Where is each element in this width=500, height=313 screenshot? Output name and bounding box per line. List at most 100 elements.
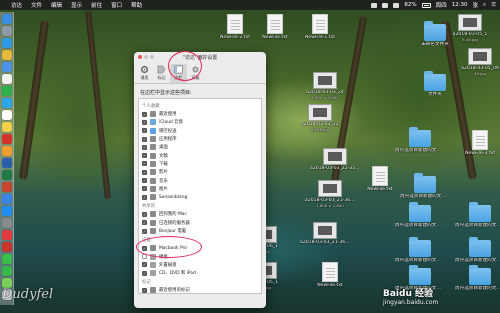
sidebar-option-row[interactable]: ✓ 音乐 [142, 176, 258, 184]
desktop-icon[interactable]: NewFile-3.txt [455, 130, 500, 156]
menu-day[interactable]: 周四 [436, 1, 447, 9]
checkbox[interactable]: ✓ [142, 194, 147, 200]
facetime-dock-icon[interactable] [1, 266, 12, 276]
sidebar-option-row[interactable]: ✓ 硬盘 [142, 252, 258, 260]
desktop-icon[interactable]: 未命名文件夹 [410, 21, 460, 47]
checkbox[interactable]: ✓ [142, 262, 147, 268]
finder-dock-icon[interactable] [1, 14, 12, 24]
sidebar-option-row[interactable]: ✓ 影片 [142, 168, 258, 176]
tab-advanced[interactable]: 高级 [187, 64, 204, 83]
chrome-dock-icon[interactable] [1, 50, 12, 60]
sidebar-option-row[interactable]: ✓ 回到我的 Mac [142, 210, 258, 218]
checkbox[interactable]: ✓ [142, 169, 147, 175]
baidu-netdisk-dock-icon[interactable] [1, 194, 12, 204]
desktop-icon[interactable]: 周兴选项目新建的文件夹 9 [455, 202, 500, 228]
desktop-icon[interactable]: 文件夹 [410, 71, 460, 97]
sidebar-option-row[interactable]: ✓ Sansenblang [142, 193, 258, 201]
checkbox[interactable]: ✓ [142, 228, 147, 234]
menu-file[interactable]: 文件 [31, 1, 42, 9]
sidebar-option-row[interactable]: ✓ 隔空投送 [142, 127, 258, 135]
sidebar-option-row[interactable]: ✓ 已连接的服务器 [142, 219, 258, 227]
desktop-icon[interactable]: 周兴选项目新建的文件夹 7 [455, 237, 500, 263]
menu-view[interactable]: 显示 [71, 1, 82, 9]
wifi-icon[interactable] [393, 2, 400, 8]
vivaldi-dock-icon[interactable] [1, 230, 12, 240]
sidebar-option-row[interactable]: ✓ 桌面 [142, 143, 258, 151]
menu-help[interactable]: 帮助 [131, 1, 142, 9]
desktop-icon[interactable]: 周兴选项目新建的文件夹 10 [395, 202, 445, 228]
desktop-icon[interactable]: s2018-03-03_22 29-58.jpg [295, 104, 345, 133]
menu-finder[interactable]: 访达 [11, 1, 22, 9]
netease-music-dock-icon[interactable] [1, 134, 12, 144]
search-icon[interactable]: ⌕ [483, 2, 486, 9]
desktop-icon[interactable]: 周兴选项目新建的文件夹 [455, 265, 500, 291]
mail-dock-icon[interactable] [1, 62, 12, 72]
sidebar-option-row[interactable]: ✓ Bonjour 电脑 [142, 227, 258, 235]
sidebar-option-row[interactable]: ✓ 下载 [142, 160, 258, 168]
sidebar-option-row[interactable]: ✓ Macbook Pro [142, 244, 258, 252]
menu-user[interactable]: 张 [472, 1, 478, 9]
sidebar-option-row[interactable]: ✓ 应用程序 [142, 135, 258, 143]
launchpad-dock-icon[interactable] [1, 26, 12, 36]
checkbox[interactable]: ✓ [142, 211, 147, 217]
calendar-dock-icon[interactable] [1, 110, 12, 120]
checkbox[interactable]: ✓ [142, 144, 147, 150]
desktop-icon[interactable]: a2018-03-03_21-36-09.jpg [300, 222, 350, 245]
messages-dock-icon[interactable] [1, 254, 12, 264]
desktop-icon[interactable]: a2018-03-05_09 46.jpg [455, 48, 500, 77]
menu-window[interactable]: 窗口 [111, 1, 122, 9]
powerpoint-dock-icon[interactable] [1, 182, 12, 192]
sidebar-option-row[interactable]: ✓ 文稿 [142, 151, 258, 159]
desktop-icon[interactable]: 周兴选项目新建的文件夹 2 [395, 127, 445, 153]
checkbox[interactable]: ✓ [142, 186, 147, 192]
system-preferences-dock-icon[interactable] [1, 218, 12, 228]
checkbox[interactable]: ✓ [142, 245, 147, 251]
checkbox[interactable]: ✓ [142, 119, 147, 125]
qq-dock-icon[interactable] [1, 98, 12, 108]
sidebar-option-row[interactable]: ✓ 图片 [142, 185, 258, 193]
desktop-icon[interactable]: NewFile.txt [305, 262, 355, 288]
battery-icon[interactable] [421, 2, 431, 8]
desktop-icon[interactable]: a2018-03-03_24 1,800 × 1,600 [300, 72, 350, 101]
menu-clock[interactable]: 12:30 [452, 2, 468, 8]
checkbox[interactable]: ✓ [142, 254, 147, 260]
menu-list-icon[interactable]: ☰ [491, 2, 496, 8]
desktop-icon[interactable]: NewFile-1.txt [295, 14, 345, 40]
desktop-icon[interactable]: NewFile.txt [250, 14, 300, 40]
status-app-icon[interactable] [382, 2, 389, 8]
desktop-icon[interactable]: NewFile.txt [355, 166, 405, 192]
app-store-dock-icon[interactable] [1, 206, 12, 216]
tab-general[interactable]: 通用 [136, 64, 153, 83]
excel-dock-icon[interactable] [1, 170, 12, 180]
pages-dock-icon[interactable] [1, 146, 12, 156]
wechat-dock-icon[interactable] [1, 86, 12, 96]
checkbox[interactable]: ✓ [142, 153, 147, 159]
checkbox[interactable]: ✓ [142, 270, 147, 276]
desktop-icon[interactable]: 周兴选项目新建的文件夹 1 [400, 173, 450, 199]
battery-percent[interactable]: 82% [404, 2, 416, 8]
sidebar-option-row[interactable]: ✓ 外置磁盘 [142, 261, 258, 269]
desktop-icon[interactable]: a2018-03-03_22-35-53.jpg [310, 148, 360, 171]
checkbox[interactable]: ✓ [142, 111, 147, 117]
sidebar-option-row[interactable]: ✓ iCloud 云盘 [142, 118, 258, 126]
sidebar-option-row[interactable]: ✓ 最近使用的标记 [142, 286, 258, 294]
photos-dock-icon[interactable] [1, 74, 12, 84]
notes-dock-icon[interactable] [1, 122, 12, 132]
checkbox[interactable]: ✓ [142, 220, 147, 226]
safari-dock-icon[interactable] [1, 38, 12, 48]
tab-sidebar[interactable]: 边栏 [170, 64, 187, 83]
checkbox[interactable]: ✓ [142, 178, 147, 184]
menu-go[interactable]: 前往 [91, 1, 102, 9]
sidebar-option-row[interactable]: ✓ CD、DVD 和 iPod [142, 269, 258, 277]
checkbox[interactable]: ✓ [142, 287, 147, 293]
checkbox[interactable]: ✓ [142, 136, 147, 142]
status-app-icon[interactable] [371, 2, 378, 8]
checkbox[interactable]: ✓ [142, 128, 147, 134]
checkbox[interactable]: ✓ [142, 161, 147, 167]
window-titlebar[interactable]: "访达"偏好设置 [134, 52, 266, 62]
word-dock-icon[interactable] [1, 158, 12, 168]
desktop-icon[interactable]: 周兴选项目新建的文件夹 8 [395, 237, 445, 263]
desktop-icon[interactable]: a2018-03-03_21-36-09.jpg1,800 × 1,600 [305, 180, 355, 209]
menu-edit[interactable]: 编辑 [51, 1, 62, 9]
tab-tags[interactable]: 标记 [153, 64, 170, 83]
